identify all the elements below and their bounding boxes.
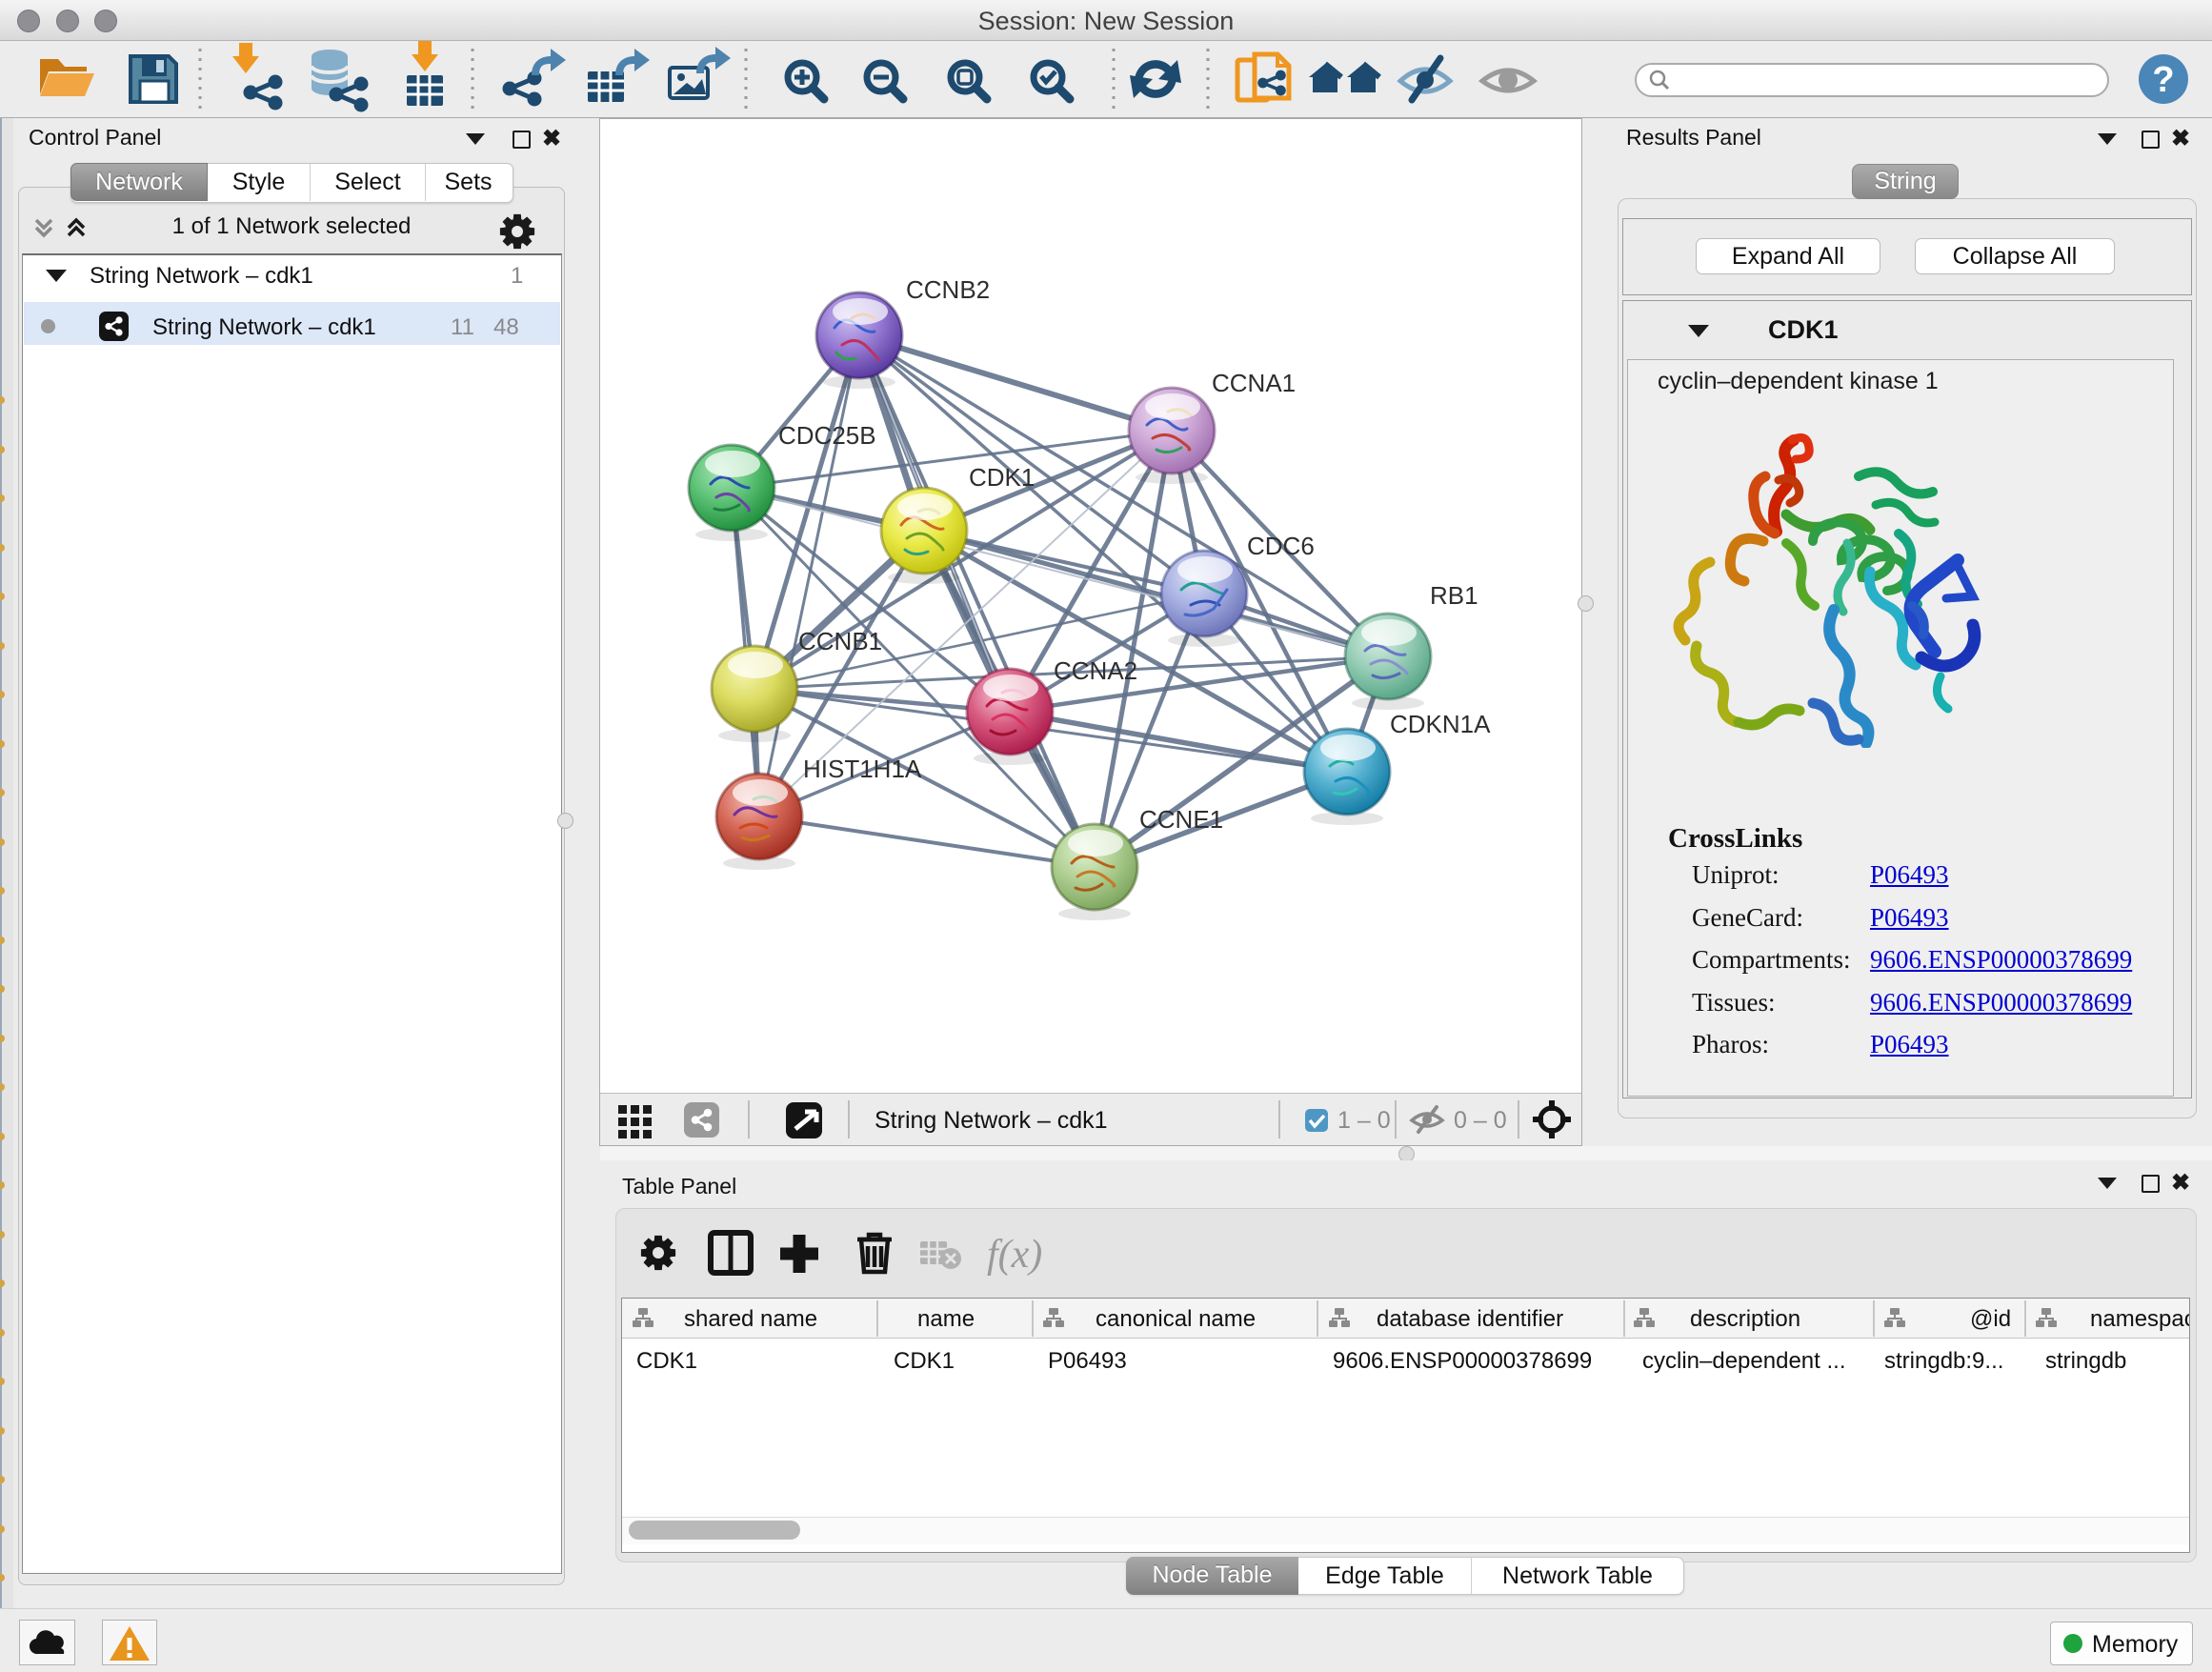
svg-text:RB1: RB1 [1430, 581, 1478, 610]
svg-text:namespac: namespac [2090, 1306, 2189, 1332]
svg-text:shared name: shared name [684, 1306, 817, 1332]
svg-text:description: description [1690, 1306, 1800, 1332]
svg-text:f(x): f(x) [987, 1233, 1042, 1277]
svg-text:CDK1: CDK1 [969, 463, 1035, 492]
svg-text:CCNA2: CCNA2 [1054, 656, 1137, 685]
svg-text:database identifier: database identifier [1377, 1306, 1563, 1332]
svg-text:name: name [917, 1306, 975, 1332]
svg-text:HIST1H1A: HIST1H1A [803, 755, 922, 783]
svg-text:canonical name: canonical name [1096, 1306, 1256, 1332]
svg-text:@id: @id [1970, 1306, 2011, 1332]
svg-text:CDKN1A: CDKN1A [1390, 710, 1491, 738]
svg-text:CCNB2: CCNB2 [906, 275, 990, 304]
svg-text:?: ? [2152, 60, 2174, 100]
svg-text:CDC6: CDC6 [1247, 532, 1315, 560]
svg-text:CCNB1: CCNB1 [798, 627, 882, 655]
svg-text:CCNA1: CCNA1 [1212, 369, 1296, 397]
svg-text:CCNE1: CCNE1 [1139, 805, 1223, 834]
svg-text:CDC25B: CDC25B [778, 421, 876, 450]
